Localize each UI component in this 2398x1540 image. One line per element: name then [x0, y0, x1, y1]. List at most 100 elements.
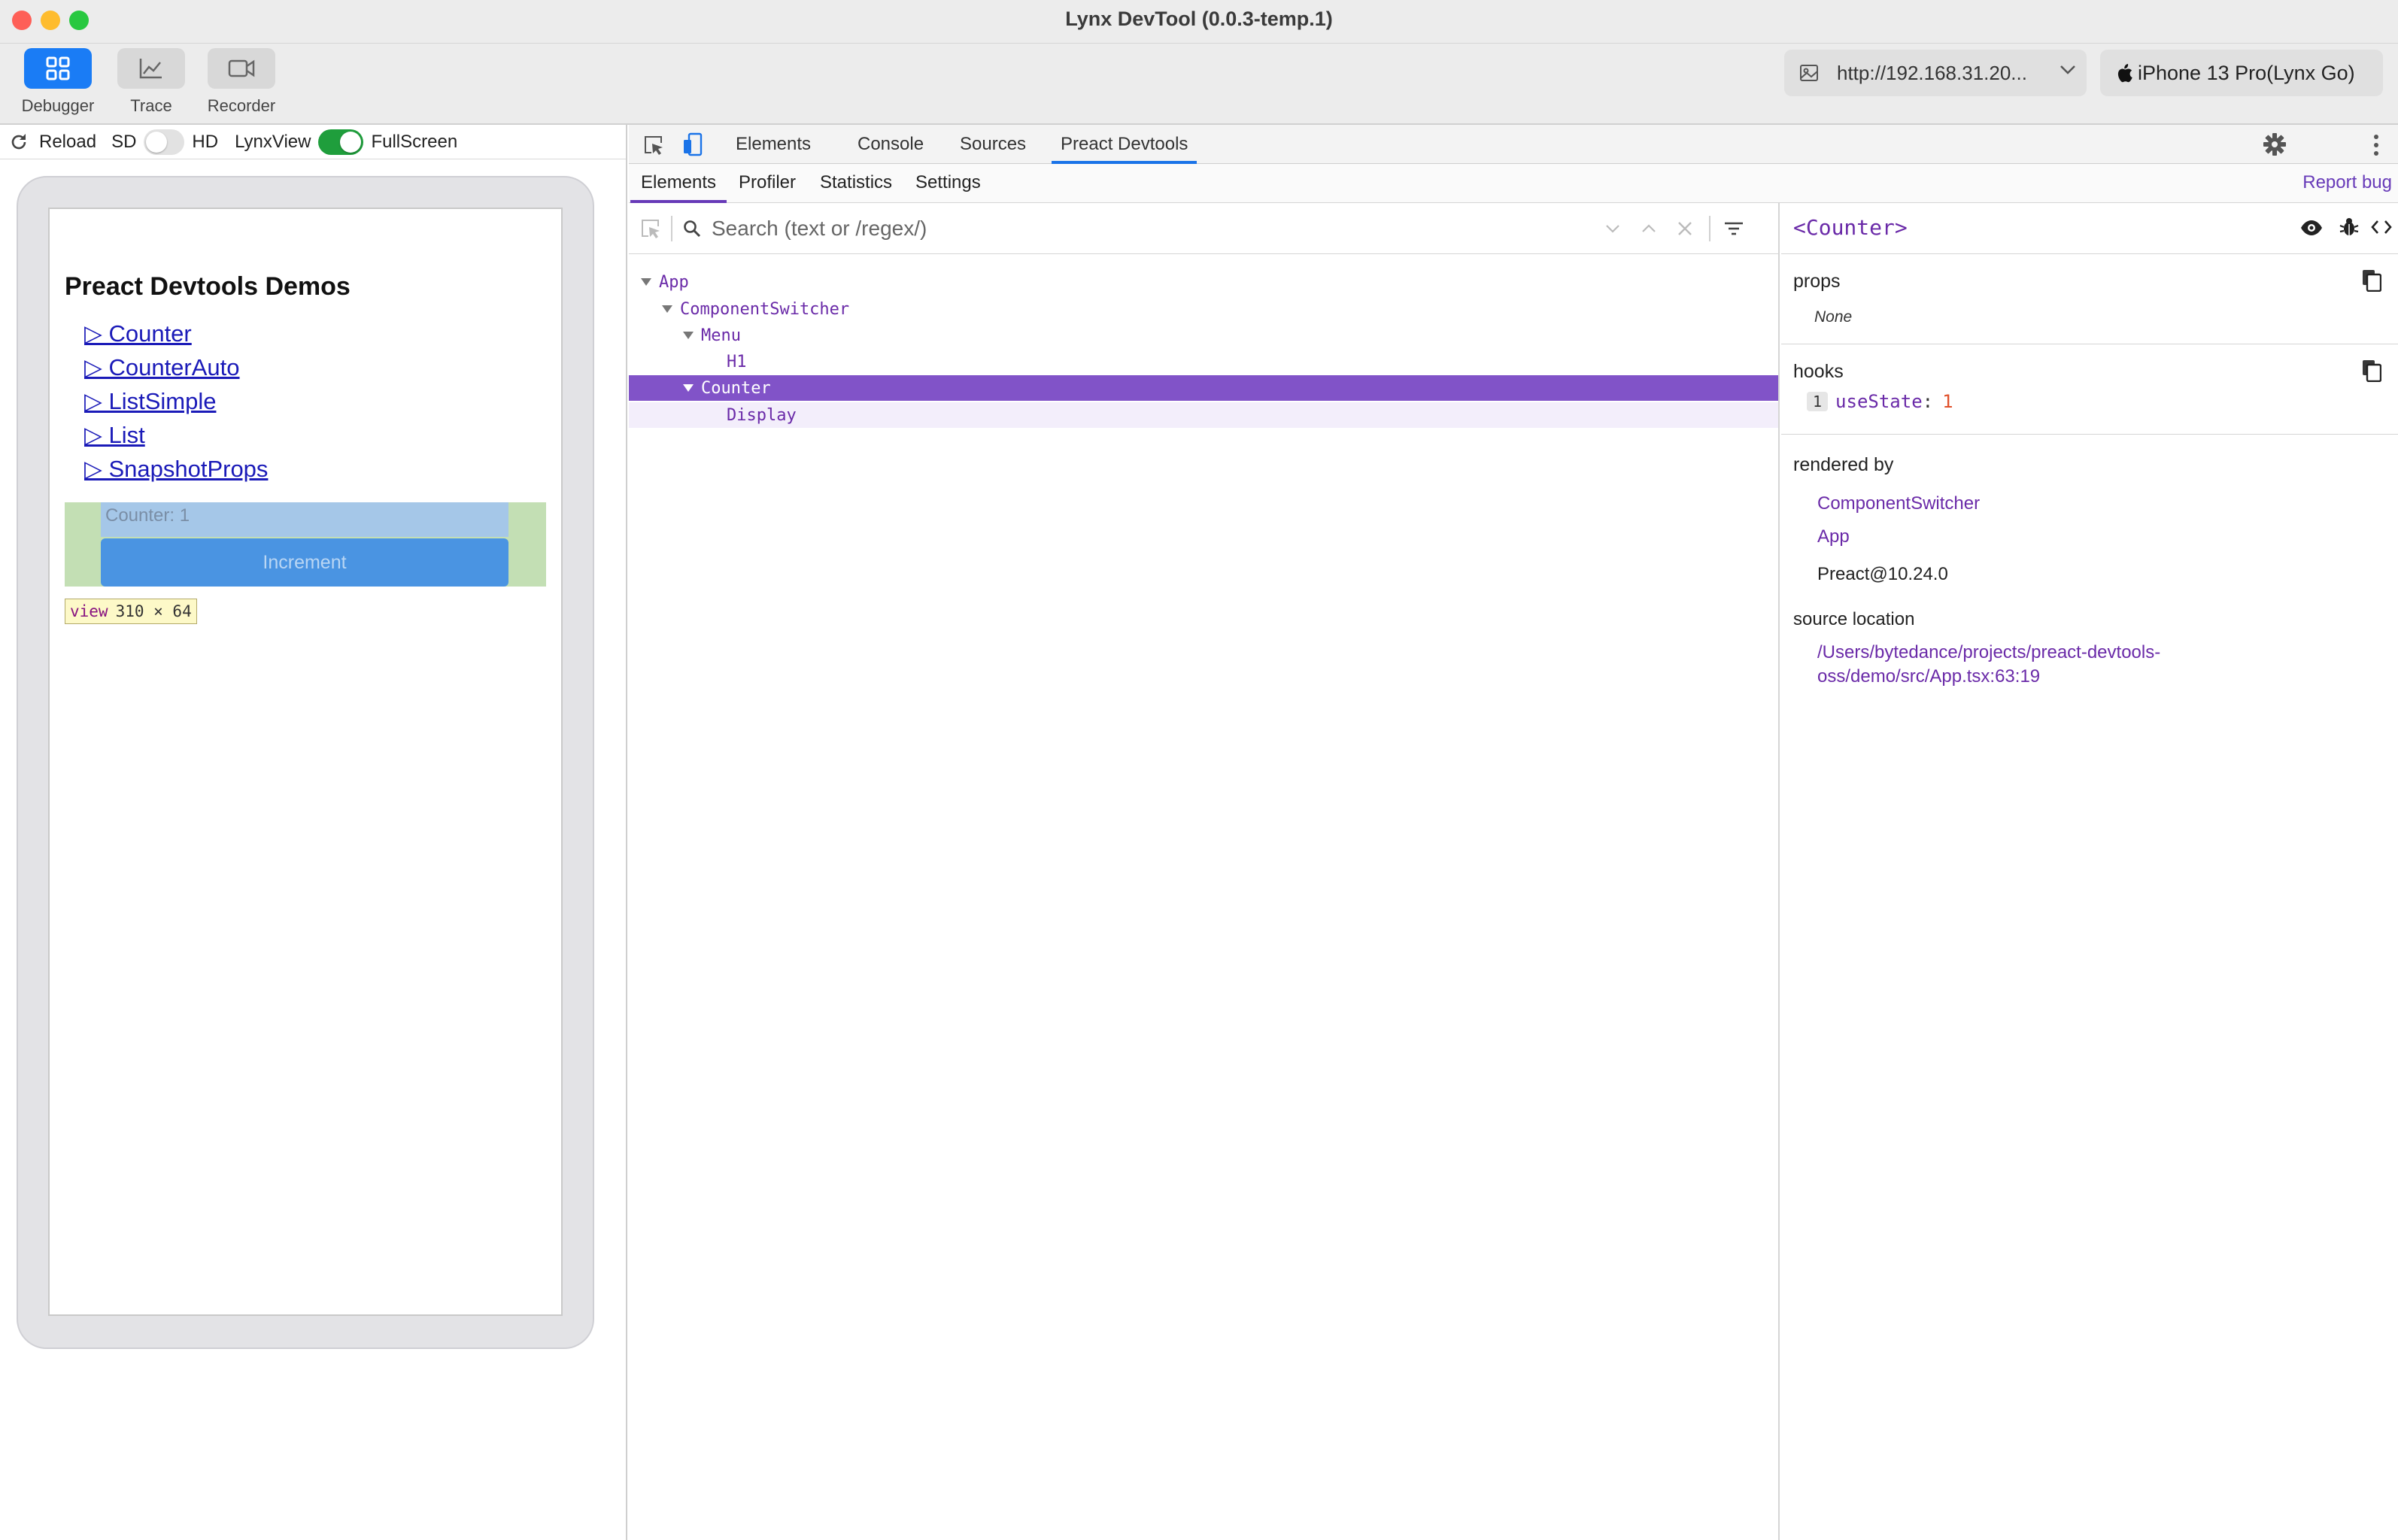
preact-subtab-bar: Elements Profiler Statistics Settings Re… — [629, 164, 2398, 203]
divider — [1709, 215, 1710, 241]
tree-node-h1[interactable]: H1 — [629, 349, 1778, 374]
counterauto-link[interactable]: ▷ CounterAuto — [84, 354, 240, 381]
component-details-panel: <Counter> props None hooks 1 useState: … — [1781, 203, 2398, 1540]
trace-label: Trace — [130, 96, 172, 115]
props-title: props — [1793, 271, 1841, 292]
counter-label: Counter: 1 — [105, 505, 190, 526]
subtab-elements[interactable]: Elements — [630, 164, 727, 203]
tree-node-counter[interactable]: Counter — [629, 375, 1778, 401]
copy-icon[interactable] — [2362, 359, 2382, 386]
subtab-statistics[interactable]: Statistics — [820, 164, 892, 203]
report-bug-link[interactable]: Report bug — [2302, 164, 2392, 202]
source-location-link[interactable]: /Users/bytedance/projects/preact-devtool… — [1817, 641, 2160, 689]
tab-sources[interactable]: Sources — [960, 125, 1026, 164]
increment-button[interactable]: Increment — [101, 538, 508, 587]
hd-label: HD — [192, 131, 219, 152]
lynxview-label: LynxView — [235, 131, 311, 152]
trace-button[interactable]: Trace — [102, 48, 200, 116]
caret-down-icon[interactable] — [683, 332, 694, 339]
inspect-pick-icon[interactable] — [639, 217, 662, 240]
caret-down-icon[interactable] — [683, 384, 694, 392]
window-title: Lynx DevTool (0.0.3-temp.1) — [1065, 8, 1333, 30]
hook-row[interactable]: 1 useState : 1 — [1807, 391, 1953, 412]
code-icon[interactable] — [2371, 220, 2392, 235]
search-input[interactable] — [710, 215, 1598, 241]
hook-value[interactable]: 1 — [1942, 391, 1953, 412]
sd-label: SD — [111, 131, 137, 152]
tab-elements[interactable]: Elements — [736, 125, 811, 164]
details-header: <Counter> — [1781, 203, 2398, 254]
preview-pane: Reload SD HD LynxView FullScreen Preact … — [0, 125, 627, 1540]
inspect-size-tooltip: view 310 × 64 — [65, 599, 197, 624]
counter-text-box: Counter: 1 — [101, 502, 508, 537]
subtab-profiler[interactable]: Profiler — [739, 164, 796, 203]
eye-icon[interactable] — [2300, 220, 2323, 236]
preact-version: Preact@10.24.0 — [1817, 564, 1948, 584]
rendered-by-app[interactable]: App — [1817, 526, 1850, 547]
tab-console[interactable]: Console — [858, 125, 924, 164]
rendered-by-title: rendered by — [1793, 454, 1894, 475]
hook-colon: : — [1922, 391, 1934, 412]
apple-icon — [2115, 62, 2133, 83]
tree-node-label: ComponentSwitcher — [680, 299, 850, 319]
tree-node-label: Display — [727, 405, 797, 425]
demo-title: Preact Devtools Demos — [65, 272, 351, 301]
recorder-button[interactable]: Recorder — [193, 48, 290, 116]
fullscreen-label: FullScreen — [371, 131, 458, 152]
filter-icon[interactable] — [1724, 221, 1744, 236]
chart-line-icon — [117, 48, 185, 89]
url-selector[interactable]: http://192.168.31.20... — [1784, 50, 2087, 96]
tree-search-bar — [629, 203, 1778, 254]
device-selector[interactable]: iPhone 13 Pro(Lynx Go) — [2100, 50, 2383, 96]
phone-screen[interactable]: Preact Devtools Demos ▷ Counter ▷ Counte… — [48, 208, 563, 1316]
device-text: iPhone 13 Pro(Lynx Go) — [2138, 61, 2355, 84]
tree-node-menu[interactable]: Menu — [629, 323, 1778, 348]
devtools-tab-bar: Elements Console Sources Preact Devtools — [629, 125, 2398, 164]
recorder-label: Recorder — [207, 96, 276, 115]
gear-icon[interactable] — [2263, 132, 2287, 156]
snapshotprops-link[interactable]: ▷ SnapshotProps — [84, 456, 268, 483]
bug-icon[interactable] — [2339, 217, 2359, 238]
reload-icon[interactable] — [9, 132, 29, 152]
main-toolbar: Debugger Trace Recorder http://192.168.3… — [0, 44, 2398, 125]
subtab-settings[interactable]: Settings — [915, 164, 981, 203]
url-text: http://192.168.31.20... — [1837, 61, 2027, 84]
tree-node-componentswitcher[interactable]: ComponentSwitcher — [629, 296, 1778, 322]
title-bar: Lynx DevTool (0.0.3-temp.1) — [0, 0, 2398, 44]
tree-node-label: App — [659, 272, 689, 292]
tree-node-label: H1 — [727, 352, 747, 371]
toggle-knob — [340, 131, 362, 153]
source-path-line1: /Users/bytedance/projects/preact-devtool… — [1817, 642, 2161, 662]
tree-node-app[interactable]: App — [629, 269, 1778, 295]
hooks-title: hooks — [1793, 361, 1844, 382]
copy-icon[interactable] — [2362, 269, 2382, 296]
selected-component-name: <Counter> — [1793, 215, 1908, 240]
tree-node-label: Counter — [701, 378, 771, 398]
hook-index: 1 — [1807, 392, 1829, 411]
inspect-element-icon[interactable] — [642, 134, 665, 156]
counter-link[interactable]: ▷ Counter — [84, 320, 192, 347]
fullscreen-toggle[interactable] — [318, 129, 364, 155]
caret-down-icon[interactable] — [662, 305, 672, 313]
quality-toggle[interactable] — [144, 129, 185, 155]
image-icon — [1799, 64, 1819, 82]
search-icon — [683, 220, 701, 238]
chevron-down-icon[interactable] — [1605, 224, 1620, 233]
tab-preact-devtools[interactable]: Preact Devtools — [1052, 125, 1197, 164]
debugger-button[interactable]: Debugger — [9, 48, 107, 116]
close-icon[interactable] — [1677, 221, 1692, 236]
more-vertical-icon[interactable] — [2372, 134, 2380, 156]
rendered-by-componentswitcher[interactable]: ComponentSwitcher — [1817, 493, 1980, 514]
listsimple-link[interactable]: ▷ ListSimple — [84, 388, 216, 415]
hook-name: useState — [1835, 391, 1923, 412]
tree-node-display[interactable]: Display — [629, 402, 1778, 428]
chevron-up-icon[interactable] — [1641, 223, 1656, 233]
reload-button[interactable]: Reload — [39, 132, 96, 153]
divider — [671, 215, 672, 241]
caret-down-icon[interactable] — [641, 278, 651, 286]
debugger-label: Debugger — [21, 96, 95, 115]
device-toolbar-icon[interactable] — [681, 132, 704, 156]
props-empty: None — [1814, 308, 1853, 326]
list-link[interactable]: ▷ List — [84, 422, 145, 449]
toggle-knob — [146, 131, 168, 153]
